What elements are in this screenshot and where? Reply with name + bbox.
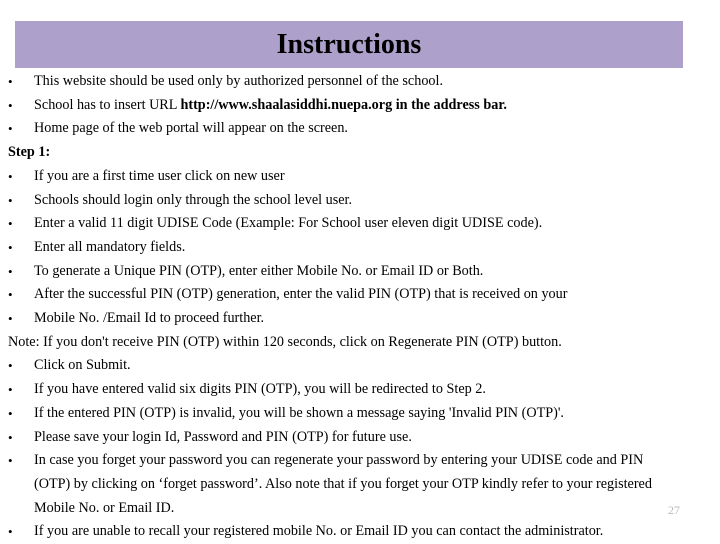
bullet-icon: • bbox=[8, 168, 13, 184]
bullet-icon: • bbox=[8, 192, 13, 208]
bullet-icon: • bbox=[8, 358, 13, 374]
instructions-list: • This website should be used only by au… bbox=[0, 70, 720, 544]
list-item-text: Please save your login Id, Password and … bbox=[34, 428, 412, 445]
bullet-icon: • bbox=[8, 287, 13, 303]
list-item-text: To generate a Unique PIN (OTP), enter ei… bbox=[34, 262, 484, 279]
list-item: • If you are a first time user click on … bbox=[0, 165, 720, 189]
bullet-icon: • bbox=[8, 74, 13, 89]
list-item-text: If you are a first time user click on ne… bbox=[34, 167, 285, 184]
list-item: • If you are unable to recall your regis… bbox=[0, 520, 720, 544]
list-item-text: This website should be used only by auth… bbox=[34, 73, 443, 89]
list-item-text: Enter a valid 11 digit UDISE Code (Examp… bbox=[34, 215, 543, 232]
list-item: • Mobile No. /Email Id to proceed furthe… bbox=[0, 307, 720, 331]
list-item: • This website should be used only by au… bbox=[0, 70, 720, 94]
list-item: • In case you forget your password you c… bbox=[0, 449, 674, 520]
page-number: 27 bbox=[668, 503, 680, 517]
bullet-icon: • bbox=[8, 382, 13, 398]
bullet-icon: • bbox=[8, 311, 13, 327]
bullet-icon: • bbox=[8, 263, 13, 279]
bullet-icon: • bbox=[8, 429, 13, 445]
list-item-text: If the entered PIN (OTP) is invalid, you… bbox=[34, 404, 564, 421]
bullet-icon: • bbox=[8, 121, 13, 137]
list-item: • After the successful PIN (OTP) generat… bbox=[0, 283, 720, 307]
step-1-heading: Step 1: bbox=[0, 141, 720, 165]
note-line: Note: If you don't receive PIN (OTP) wit… bbox=[0, 331, 720, 355]
list-item: • To generate a Unique PIN (OTP), enter … bbox=[0, 260, 720, 284]
bullet-icon: • bbox=[8, 524, 13, 540]
list-item-text: If you are unable to recall your registe… bbox=[34, 523, 604, 540]
list-item: • Schools should login only through the … bbox=[0, 189, 720, 213]
list-item-text: Mobile No. /Email Id to proceed further. bbox=[34, 310, 265, 327]
list-item: • Home page of the web portal will appea… bbox=[0, 117, 720, 141]
bullet-icon: • bbox=[8, 239, 13, 255]
list-item: • School has to insert URL http://www.sh… bbox=[0, 94, 720, 118]
instructions-slide: Instructions • This website should be us… bbox=[0, 0, 720, 540]
list-item-text: If you have entered valid six digits PIN… bbox=[34, 381, 486, 398]
step-1-heading-text: Step 1: bbox=[8, 144, 51, 161]
list-item: • If the entered PIN (OTP) is invalid, y… bbox=[0, 402, 720, 426]
list-item-text: After the successful PIN (OTP) generatio… bbox=[34, 286, 568, 303]
list-item-text: Schools should login only through the sc… bbox=[34, 191, 353, 208]
portal-url-text: http://www.shaalasiddhi.nuepa.org in the… bbox=[180, 96, 507, 113]
list-item-text: Enter all mandatory fields. bbox=[34, 238, 186, 255]
list-item-text: School has to insert URL bbox=[34, 96, 181, 113]
list-item: • Enter all mandatory fields. bbox=[0, 236, 720, 260]
list-item: • If you have entered valid six digits P… bbox=[0, 378, 720, 402]
list-item: • Enter a valid 11 digit UDISE Code (Exa… bbox=[0, 212, 720, 236]
bullet-icon: • bbox=[8, 97, 13, 113]
list-item: • Click on Submit. bbox=[0, 354, 720, 378]
bullet-icon: • bbox=[8, 405, 13, 421]
list-item-text: In case you forget your password you can… bbox=[34, 452, 652, 516]
page-title: Instructions bbox=[276, 28, 422, 60]
list-item-text: Click on Submit. bbox=[34, 357, 131, 374]
bullet-icon: • bbox=[8, 453, 13, 469]
title-banner: Instructions bbox=[15, 21, 683, 68]
list-item: • Please save your login Id, Password an… bbox=[0, 426, 720, 450]
bullet-icon: • bbox=[8, 216, 13, 232]
list-item-text: Home page of the web portal will appear … bbox=[34, 120, 348, 137]
note-line-text: Note: If you don't receive PIN (OTP) wit… bbox=[8, 333, 562, 350]
